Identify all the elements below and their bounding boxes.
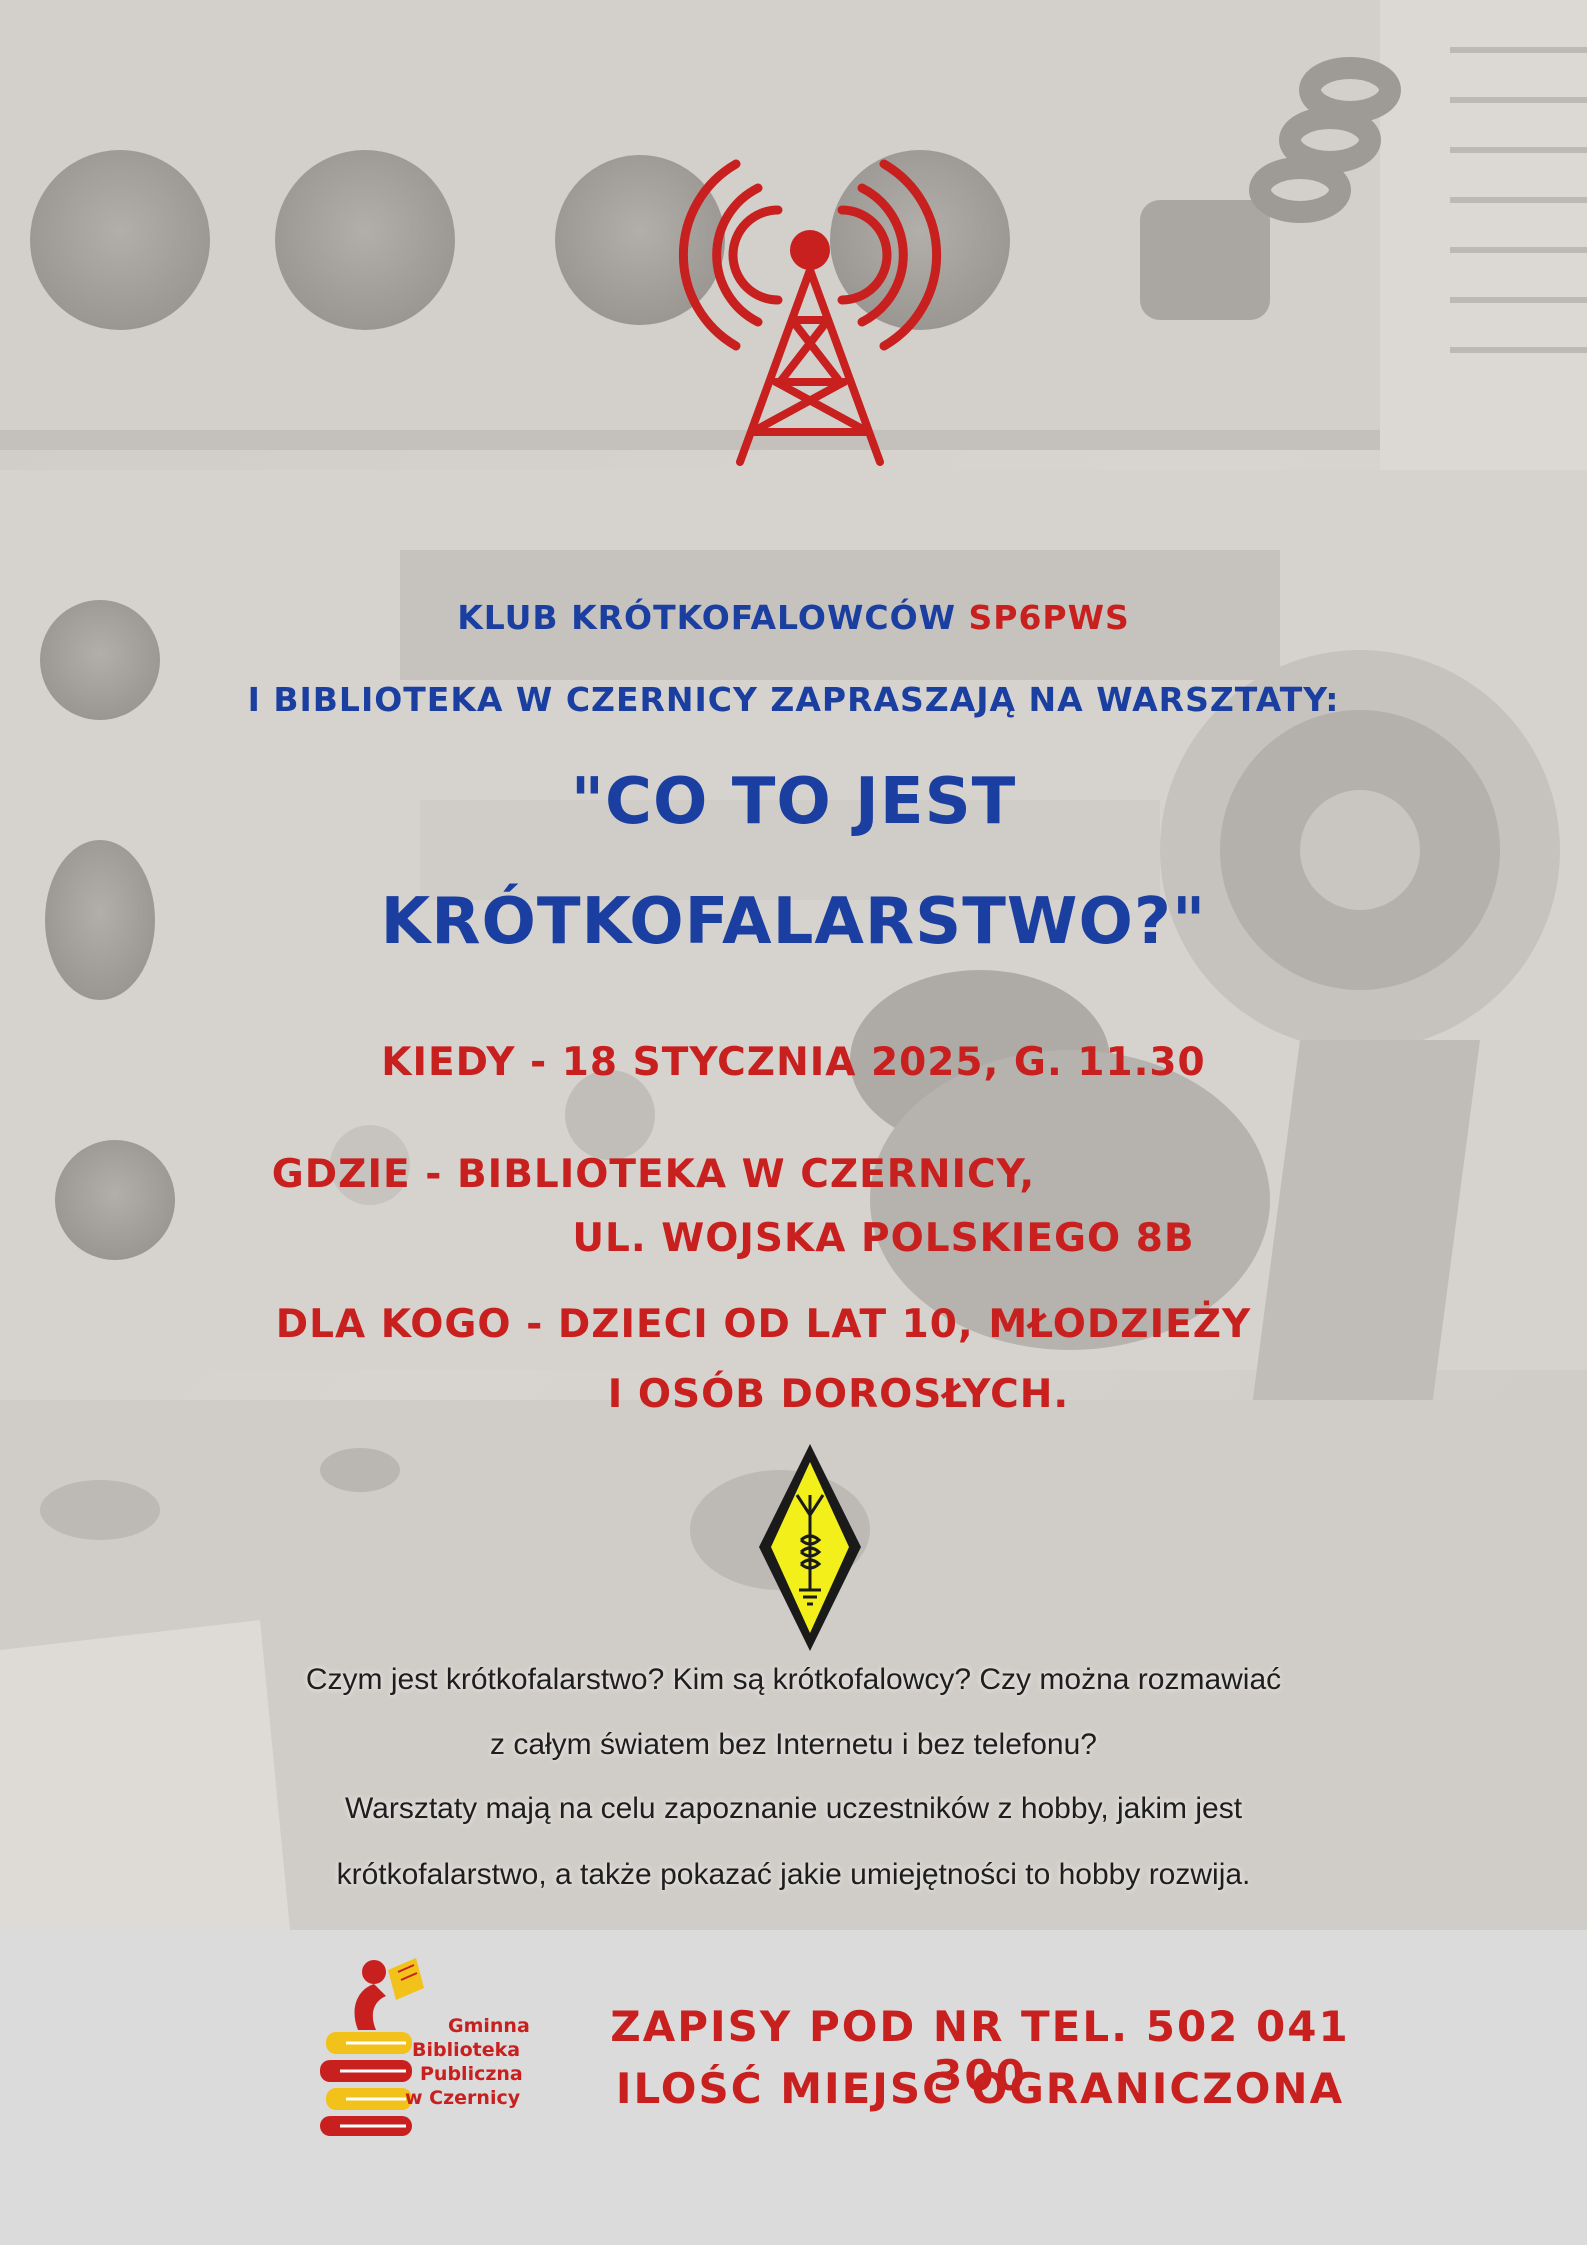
logo-line-1: Gminna <box>448 2015 530 2037</box>
logo-line-2: Biblioteka <box>412 2039 521 2061</box>
club-name: KLUB KRÓTKOFALOWCÓW <box>457 598 969 637</box>
radio-tower-icon <box>678 159 942 466</box>
title-line-2: KRÓTKOFALARSTWO?" <box>380 885 1207 959</box>
poster: KLUB KRÓTKOFALOWCÓW SP6PWS I BIBLIOTEKA … <box>0 0 1587 2245</box>
club-callsign: SP6PWS <box>968 598 1130 637</box>
footer: Gminna Biblioteka Publiczna w Czernicy Z… <box>0 1930 1587 2245</box>
logo-line-4: w Czernicy <box>405 2087 521 2109</box>
logo-line-3: Publiczna <box>420 2063 523 2085</box>
where-line-2: UL. WOJSKA POLSKIEGO 8B <box>572 1216 1195 1261</box>
limited-seats-line: ILOŚĆ MIEJSC OGRANICZONA <box>615 2064 1345 2113</box>
title-line-1: "CO TO JEST <box>570 765 1017 839</box>
when-line: KIEDY - 18 STYCZNIA 2025, G. 11.30 <box>381 1040 1206 1085</box>
description-line-2: z całym światem bez Internetu i bez tele… <box>490 1728 1097 1761</box>
amateur-radio-diamond-icon <box>759 1444 861 1651</box>
invite-line: I BIBLIOTEKA W CZERNICY ZAPRASZAJĄ NA WA… <box>247 680 1340 719</box>
description-line-1: Czym jest krótkofalarstwo? Kim są krótko… <box>305 1663 1282 1696</box>
club-line: KLUB KRÓTKOFALOWCÓW SP6PWS <box>0 598 1587 637</box>
description-line-3: Warsztaty mają na celu zapoznanie uczest… <box>344 1792 1243 1825</box>
who-line-2: I OSÓB DOROSŁYCH. <box>607 1372 1070 1417</box>
where-line-1: GDZIE - BIBLIOTEKA W CZERNICY, <box>271 1152 1036 1197</box>
who-line-1: DLA KOGO - DZIECI OD LAT 10, MŁODZIEŻY <box>275 1302 1252 1347</box>
description-line-4: krótkofalarstwo, a także pokazać jakie u… <box>336 1858 1251 1891</box>
